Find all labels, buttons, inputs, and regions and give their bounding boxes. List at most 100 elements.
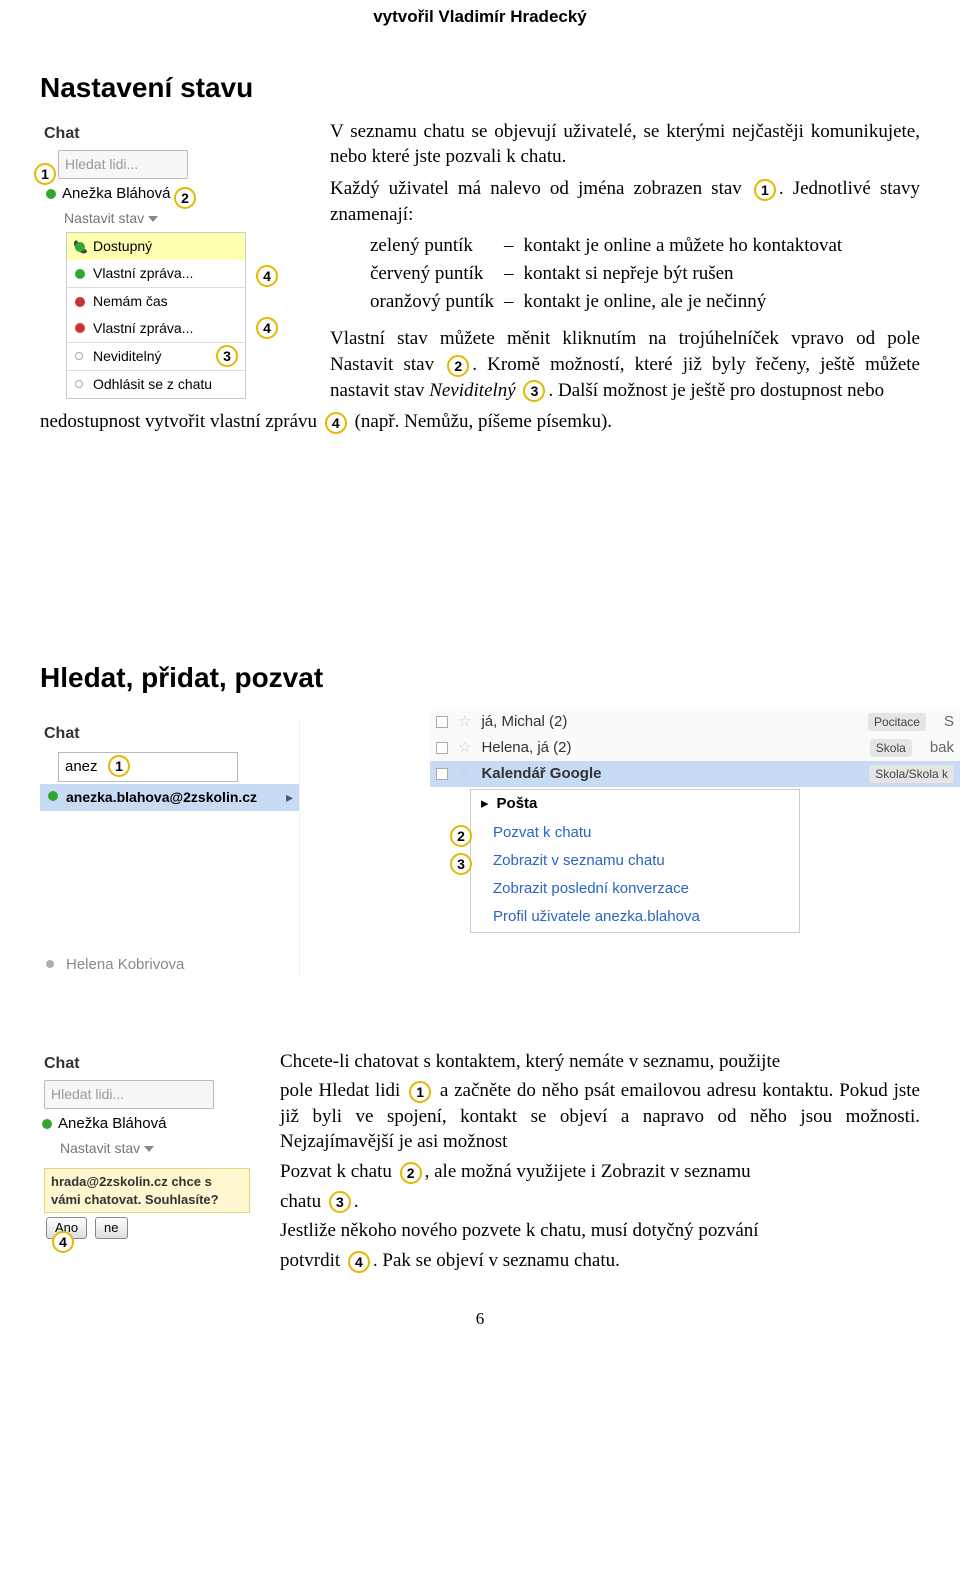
screenshot-chat-invite: Chat Hledat lidi... Anežka Bláhová Nasta… [40, 1049, 250, 1239]
checkbox-icon[interactable] [436, 742, 448, 754]
checkbox-icon[interactable] [436, 716, 448, 728]
legend-table: zelený puntík – kontakt je online a může… [370, 233, 852, 316]
dd-available[interactable]: Dostupný [67, 233, 245, 260]
dd-label: Odhlásit se z chatu [93, 375, 212, 394]
legend-val: kontakt je online, ale je nečinný [524, 289, 853, 317]
annotation-4b: 4 [256, 317, 278, 339]
menu-show-in-list[interactable]: Zobrazit v seznamu chatu [471, 847, 799, 875]
dd-busy[interactable]: Nemám čas [67, 287, 245, 315]
annotation-inline-1: 1 [754, 179, 776, 201]
dd-logout[interactable]: Odhlásit se z chatu [67, 370, 245, 398]
credit-line: vytvořil Vladimír Hradecký [40, 0, 920, 29]
annotation-1: 1 [108, 755, 130, 777]
dd-label: Vlastní zpráva... [93, 319, 193, 338]
para-intro: V seznamu chatu se objevují uživatelé, s… [330, 119, 920, 170]
status-dot-icon [42, 1119, 52, 1129]
text: potvrdit 4. Pak se objeví v seznamu chat… [280, 1248, 920, 1274]
mail-row[interactable]: ☆ já, Michal (2) Pocitace S [430, 709, 960, 735]
chevron-down-icon [144, 1146, 154, 1152]
mail-tag: Pocitace [868, 713, 926, 731]
contact-line[interactable]: Anežka Bláhová [40, 1111, 250, 1137]
legend-val: kontakt si nepřeje být rušen [524, 261, 853, 289]
chevron-down-icon [148, 216, 158, 222]
dd-custom-1[interactable]: Vlastní zpráva... [67, 260, 245, 287]
legend-key: červený puntík [370, 261, 504, 289]
star-icon[interactable]: ☆ [458, 738, 471, 758]
annotation-inline-4: 4 [348, 1251, 370, 1273]
search-result-selected[interactable]: anezka.blahova@2zskolin.cz ▸ [40, 784, 299, 811]
section-title-status: Nastavení stavu [40, 69, 920, 107]
contact-line[interactable]: Anežka Bláhová [40, 181, 300, 207]
annotation-inline-3: 3 [329, 1191, 351, 1213]
annotation-3: 3 [450, 853, 472, 875]
checkbox-icon[interactable] [436, 768, 448, 780]
menu-invite[interactable]: Pozvat k chatu [471, 819, 799, 847]
mail-sender: Kalendář Google [481, 764, 601, 784]
contact-name: Helena Kobrivova [66, 956, 184, 973]
search-result-text: anezka.blahova@2zskolin.cz [66, 789, 257, 805]
dd-custom-2[interactable]: Vlastní zpráva... [67, 315, 245, 342]
search-input[interactable]: anez [58, 752, 238, 782]
mail-row[interactable]: ☆ Helena, já (2) Skola bak [430, 735, 960, 761]
annotation-1: 1 [34, 163, 56, 185]
set-status-label: Nastavit stav [60, 1139, 140, 1158]
text: Chcete-li chatovat s kontaktem, který ne… [280, 1049, 920, 1075]
text: Pozvat k chatu 2, ale možná využijete i … [280, 1159, 920, 1185]
decline-button[interactable]: ne [95, 1217, 127, 1239]
set-status-row[interactable]: Nastavit stav [40, 1137, 250, 1162]
text: pole Hledat lidi [280, 1080, 406, 1101]
chat-header: Chat [40, 1049, 250, 1079]
chevron-right-icon: ▸ [481, 794, 489, 814]
dd-label: Neviditelný [93, 347, 161, 366]
text: potvrdit [280, 1250, 345, 1271]
text: Každý uživatel má nalevo od jména zobraz… [330, 178, 751, 199]
status-dot-icon [48, 791, 58, 801]
set-status-row[interactable]: Nastavit stav [40, 207, 300, 232]
menu-recent-convos[interactable]: Zobrazit poslední konverzace [471, 875, 799, 903]
annotation-inline-3: 3 [523, 380, 545, 402]
search-input[interactable]: Hledat lidi... [58, 150, 188, 179]
dot-red-icon [75, 297, 85, 307]
status-dot-icon [46, 960, 54, 968]
annotation-2: 2 [174, 187, 196, 209]
dash: – [504, 261, 524, 289]
contact-name: Anežka Bláhová [58, 1114, 166, 1134]
menu-profile[interactable]: Profil uživatele anezka.blahova [471, 903, 799, 931]
text: . Další možnost je ještě pro dostupnost … [548, 380, 884, 401]
page-number: 6 [40, 1308, 920, 1331]
invite-prompt: hrada@2zskolin.cz chce s vámi chatovat. … [44, 1168, 250, 1213]
star-icon[interactable]: ☆ [458, 764, 471, 784]
annotation-inline-1: 1 [409, 1081, 431, 1103]
text: , ale možná využijete i Zobrazit v sezna… [425, 1161, 751, 1182]
annotation-4: 4 [52, 1231, 74, 1253]
mail-snippet: bak [922, 738, 954, 758]
screenshot-mail-context: ☆ já, Michal (2) Pocitace S ☆ Helena, já… [430, 709, 960, 933]
mail-tag: Skola/Skola k [869, 765, 954, 783]
menu-head-label: Pošta [497, 794, 538, 814]
dot-green-icon [75, 242, 85, 252]
text: (např. Nemůžu, píšeme písemku). [350, 411, 612, 432]
screenshot-chat-search: Chat anez anezka.blahova@2zskolin.cz ▸ H… [40, 719, 300, 976]
text: chatu 3. [280, 1189, 920, 1215]
dot-red-icon [75, 323, 85, 333]
para-ownstatus: Vlastní stav můžete měnit kliknutím na t… [330, 326, 920, 403]
mail-row-selected[interactable]: ☆ Kalendář Google Skola/Skola k [430, 761, 960, 787]
status-dot-icon [46, 189, 56, 199]
dot-outline-icon [75, 352, 83, 360]
mail-sender: Helena, já (2) [481, 738, 571, 758]
chat-header: Chat [40, 719, 299, 749]
para-status-led: Každý uživatel má nalevo od jména zobraz… [330, 176, 920, 227]
screenshot-chat-status: Chat Hledat lidi... Anežka Bláhová Nasta… [40, 119, 300, 399]
dot-green-icon [75, 269, 85, 279]
section1-body: V seznamu chatu se objevují uživatelé, s… [330, 119, 920, 403]
dot-outline-icon [75, 380, 83, 388]
search-input[interactable]: Hledat lidi... [44, 1080, 214, 1109]
legend-key: zelený puntík [370, 233, 504, 261]
annotation-inline-4: 4 [325, 412, 347, 434]
text: nedostupnost vytvořit vlastní zprávu [40, 411, 322, 432]
star-icon[interactable]: ☆ [458, 712, 471, 732]
dd-label: Nemám čas [93, 292, 168, 311]
dd-label: Dostupný [93, 237, 152, 256]
dash: – [504, 233, 524, 261]
annotation-4a: 4 [256, 265, 278, 287]
